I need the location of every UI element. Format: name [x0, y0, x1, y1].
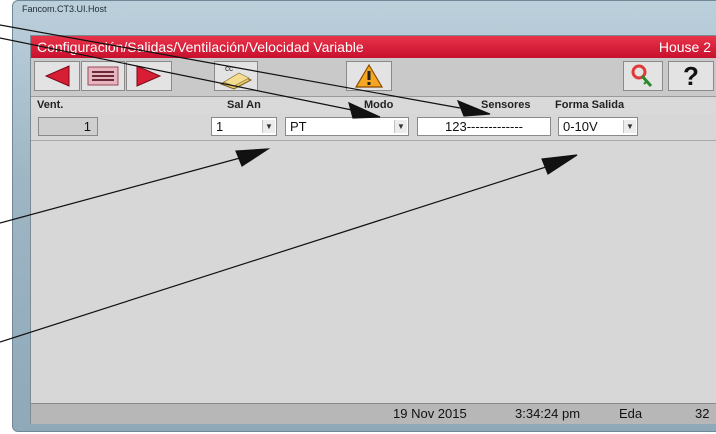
list-icon	[87, 66, 119, 86]
copy-label: cc	[225, 64, 233, 73]
window-title: Fancom.CT3.UI.Host	[22, 4, 107, 14]
sal-an-select[interactable]: 1 ▼	[211, 117, 277, 136]
sensores-field[interactable]: 123-------------	[417, 117, 551, 136]
col-sal-an: Sal An	[227, 99, 261, 111]
col-sensores: Sensores	[481, 99, 531, 111]
table-header: Vent. Sal An Modo Sensores Forma Salida	[31, 97, 716, 115]
status-user: Eda	[619, 406, 643, 421]
forma-salida-select[interactable]: 0-10V ▼	[558, 117, 638, 136]
warning-icon	[354, 63, 384, 88]
modo-select[interactable]: PT ▼	[285, 117, 409, 136]
status-number: 32	[695, 406, 710, 421]
status-date: 19 Nov 2015	[393, 406, 467, 421]
page-title: Configuración/Salidas/Ventilación/Veloci…	[37, 39, 364, 55]
app-client-area: Configuración/Salidas/Ventilación/Veloci…	[30, 35, 716, 424]
copy-icon: cc	[219, 64, 253, 90]
toolbar: cc ?	[31, 58, 716, 97]
copy-button[interactable]: cc	[214, 61, 258, 91]
col-vent: Vent.	[37, 99, 64, 111]
table-row[interactable]: 1 1 ▼ PT ▼ 123------------- 0-10V ▼	[31, 114, 716, 141]
list-button[interactable]	[81, 61, 125, 91]
col-forma-salida: Forma Salida	[555, 99, 625, 111]
chevron-down-icon: ▼	[262, 120, 275, 133]
alarm-button[interactable]	[346, 61, 392, 91]
chevron-down-icon: ▼	[394, 120, 407, 133]
vent-number: 1	[38, 117, 98, 136]
page-header: Configuración/Salidas/Ventilación/Veloci…	[31, 36, 716, 58]
help-button[interactable]: ?	[668, 61, 714, 91]
chevron-down-icon: ▼	[623, 120, 636, 133]
status-time: 3:34:24 pm	[515, 406, 581, 421]
login-button[interactable]	[623, 61, 663, 91]
previous-button[interactable]	[34, 61, 80, 91]
arrow-left-icon	[44, 65, 70, 87]
house-label: House 2	[658, 39, 711, 55]
status-bar: 19 Nov 2015 3:34:24 pm Eda 32	[31, 403, 716, 424]
help-icon: ?	[683, 60, 699, 91]
col-modo: Modo	[364, 99, 394, 111]
key-icon	[631, 64, 653, 88]
next-button[interactable]	[126, 61, 172, 91]
arrow-right-icon	[136, 65, 162, 87]
